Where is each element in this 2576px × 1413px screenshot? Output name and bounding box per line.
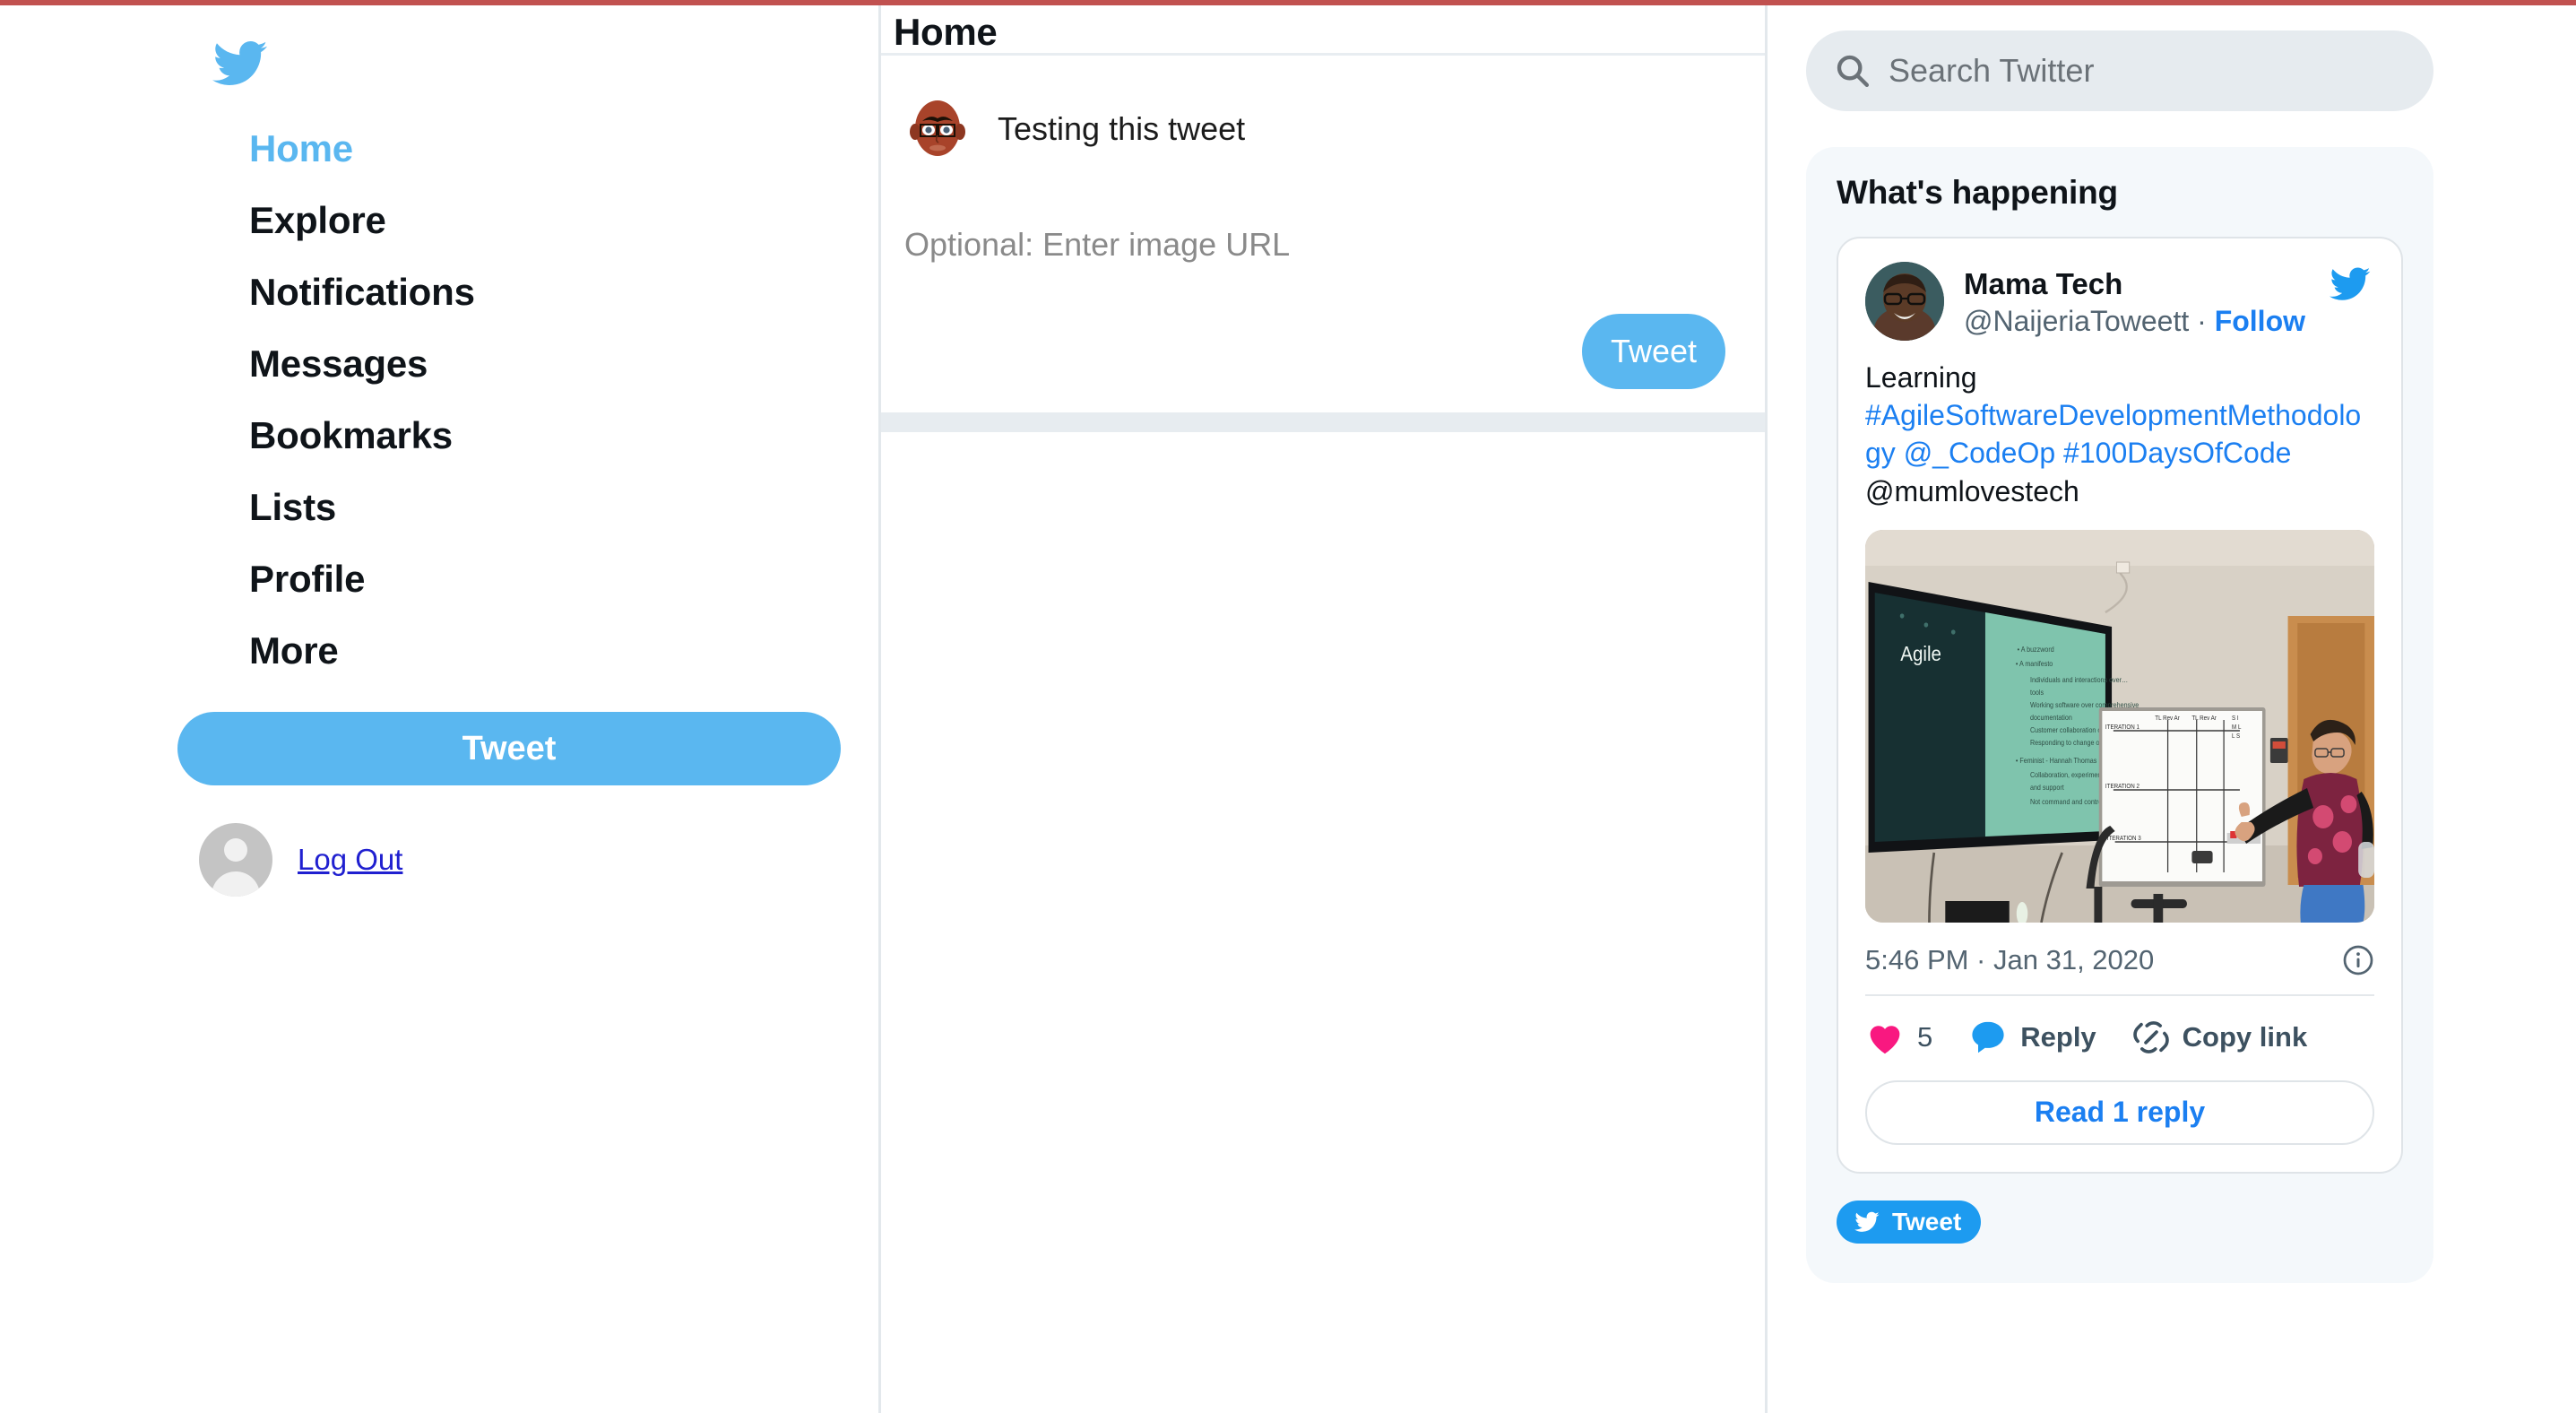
twitter-bird-logo[interactable] xyxy=(208,36,272,91)
bitmoji-avatar-icon xyxy=(901,92,974,166)
tweet-composer: Testing this tweet Optional: Enter image… xyxy=(881,56,1765,412)
right-sidebar: Search Twitter What's happening Mama Tec… xyxy=(1770,5,2576,1413)
svg-text:• Feminist - Hannah Thomas: • Feminist - Hannah Thomas xyxy=(2016,757,2097,765)
svg-text:TL Rev Ar: TL Rev Ar xyxy=(2155,715,2180,722)
svg-text:ITERATION 3: ITERATION 3 xyxy=(2107,836,2141,842)
svg-text:ITERATION 1: ITERATION 1 xyxy=(2105,724,2139,731)
svg-text:Agile: Agile xyxy=(1900,642,1941,665)
embedded-tweet-meta: 5:46 PM · Jan 31, 2020 xyxy=(1865,944,2374,976)
embedded-tweet-header: Mama Tech @NaijeriaToweett · Follow xyxy=(1865,262,2374,341)
embedded-tweet-card: Mama Tech @NaijeriaToweett · Follow Lear… xyxy=(1837,237,2403,1174)
mention-codeop-link[interactable]: @_CodeOp xyxy=(1904,437,2055,469)
tweet-body-seg-6: @mumlovestech xyxy=(1865,474,2079,507)
info-circle-icon[interactable] xyxy=(2342,944,2374,976)
handle-follow-separator xyxy=(2189,305,2197,337)
twitter-bird-icon[interactable] xyxy=(2326,264,2374,305)
read-replies-button[interactable]: Read 1 reply xyxy=(1865,1079,2374,1145)
tweet-body-seg-0: Learning xyxy=(1865,361,1977,394)
tweet-body-seg-2 xyxy=(1896,437,1904,469)
sidebar-item-lists[interactable]: Lists xyxy=(0,472,878,543)
heart-icon xyxy=(1865,1019,1905,1055)
sidebar-item-bookmarks[interactable]: Bookmarks xyxy=(0,400,878,472)
svg-text:tools: tools xyxy=(2030,689,2044,697)
composer-actions: Tweet xyxy=(901,264,1745,412)
center-column: Home Testing this tweet Optional: Enter … xyxy=(878,5,1768,1413)
embedded-tweet-separator xyxy=(1865,993,2374,996)
svg-text:• A manifesto: • A manifesto xyxy=(2016,660,2053,668)
twitter-clone-app: Home Explore Notifications Messages Book… xyxy=(0,0,2576,1413)
svg-text:M L: M L xyxy=(2232,724,2242,731)
search-placeholder-text: Search Twitter xyxy=(1889,52,2095,89)
like-action[interactable]: 5 xyxy=(1865,1019,1932,1055)
share-tweet-label: Tweet xyxy=(1892,1207,1962,1235)
reply-action[interactable]: Reply xyxy=(1968,1018,2096,1057)
handle-dot-separator: · xyxy=(2197,305,2207,338)
reply-bubble-icon xyxy=(1968,1018,2008,1057)
default-user-avatar-icon[interactable] xyxy=(199,823,272,897)
svg-text:S I: S I xyxy=(2232,715,2239,722)
sidebar-item-messages[interactable]: Messages xyxy=(0,328,878,400)
sidebar-item-more[interactable]: More xyxy=(0,615,878,687)
account-row: Log Out xyxy=(199,823,402,897)
svg-text:Not command and control: Not command and control xyxy=(2030,798,2104,806)
feed-divider xyxy=(881,412,1765,432)
whats-happening-title: What's happening xyxy=(1837,174,2118,211)
copy-link-label: Copy link xyxy=(2182,1020,2308,1053)
sidebar-nav-list: Home Explore Notifications Messages Book… xyxy=(0,113,878,687)
page-title: Home xyxy=(894,11,998,53)
tweet-text-input[interactable]: Testing this tweet xyxy=(998,110,1245,148)
whats-happening-panel: What's happening Mama Tech @NaijeriaTowe… xyxy=(1806,147,2433,1283)
embedded-tweet-body: Learning #AgileSoftwareDevelopmentMethod… xyxy=(1865,359,2374,510)
embedded-tweet-handle[interactable]: @NaijeriaToweett xyxy=(1964,305,2189,337)
svg-text:• A buzzword: • A buzzword xyxy=(2018,646,2054,654)
embedded-tweet-display-name[interactable]: Mama Tech xyxy=(1964,265,2305,303)
svg-text:L S: L S xyxy=(2232,733,2241,740)
feed-list xyxy=(881,432,1765,1413)
twitter-bird-icon xyxy=(1853,1209,1881,1235)
embedded-tweet-identity: Mama Tech @NaijeriaToweett · Follow xyxy=(1964,262,2305,340)
svg-text:Individuals and interactions o: Individuals and interactions over… xyxy=(2030,676,2128,684)
composer-input-row: Testing this tweet xyxy=(901,79,1745,179)
composer-tweet-submit-button[interactable]: Tweet xyxy=(1582,314,1725,389)
tweet-body-seg-4 xyxy=(2055,437,2063,469)
like-count: 5 xyxy=(1917,1020,1933,1053)
sidebar-item-profile[interactable]: Profile xyxy=(0,543,878,615)
embedded-tweet-actions: 5 Reply Copy link xyxy=(1865,1018,2374,1057)
mama-tech-avatar-icon[interactable] xyxy=(1865,262,1944,341)
tweet-timestamp: 5:46 PM · Jan 31, 2020 xyxy=(1865,943,2155,975)
hashtag-100daysofcode-link[interactable]: #100DaysOfCode xyxy=(2063,437,2291,469)
svg-text:and support: and support xyxy=(2030,784,2065,792)
share-tweet-button[interactable]: Tweet xyxy=(1837,1200,1982,1244)
sidebar-item-explore[interactable]: Explore xyxy=(0,185,878,256)
svg-text:documentation: documentation xyxy=(2030,714,2072,722)
svg-text:TL Rev Ar: TL Rev Ar xyxy=(2191,715,2217,722)
svg-text:ITERATION 2: ITERATION 2 xyxy=(2105,784,2139,790)
follow-link[interactable]: Follow xyxy=(2215,305,2305,337)
sidebar-tweet-button[interactable]: Tweet xyxy=(177,712,841,785)
sidebar-item-home[interactable]: Home xyxy=(0,113,878,185)
embedded-tweet-handle-row: @NaijeriaToweett · Follow xyxy=(1964,303,2305,340)
search-icon xyxy=(1835,53,1871,89)
sidebar-item-notifications[interactable]: Notifications xyxy=(0,256,878,328)
left-sidebar: Home Explore Notifications Messages Book… xyxy=(0,5,878,1413)
embedded-tweet-media-image[interactable]: Agile • A buzzword • A manifesto Individ… xyxy=(1865,529,2374,923)
log-out-link[interactable]: Log Out xyxy=(298,843,402,877)
center-header: Home xyxy=(881,5,1765,56)
reply-label: Reply xyxy=(2020,1020,2096,1053)
image-url-input[interactable]: Optional: Enter image URL xyxy=(901,226,1745,264)
copy-link-icon xyxy=(2132,1019,2170,1056)
search-input[interactable]: Search Twitter xyxy=(1806,30,2433,111)
copy-link-action[interactable]: Copy link xyxy=(2132,1019,2308,1056)
